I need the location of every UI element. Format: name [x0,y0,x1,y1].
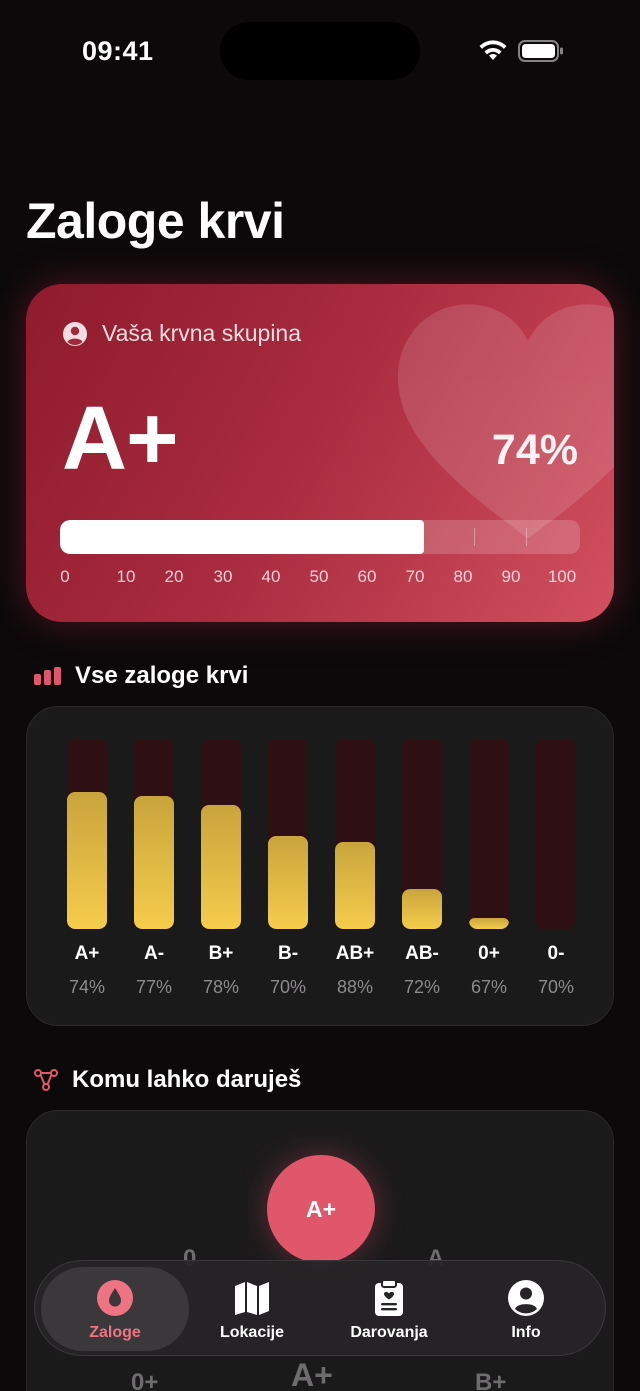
stock-bar-track [201,739,241,929]
stock-bar-type: 0+ [478,943,500,964]
stock-bar-percent: 70% [269,977,307,997]
tab-bar: Zaloge Lokacije Darovanja Info [34,1260,606,1356]
tab-darovanja[interactable]: Darovanja [315,1267,463,1351]
stock-bar-type: B+ [208,943,234,964]
scale-label: 40 [261,567,281,586]
stock-bar-type: AB- [405,943,439,964]
stock-section-header: Vse zaloge krvi [34,662,248,690]
recipient-type: A+ [291,1357,333,1391]
stock-bar-fill [335,842,375,929]
tab-zaloge[interactable]: Zaloge [41,1267,189,1351]
share-nodes-icon [34,1069,58,1091]
my-blood-type: A+ [62,389,179,489]
tab-label: Info [511,1324,541,1341]
supply-progress-bar [60,520,580,554]
stock-bar-track [536,739,576,929]
tab-info[interactable]: Info [452,1267,600,1351]
map-icon [235,1282,269,1315]
scale-label: 100 [547,567,577,586]
scale-label: 0 [60,567,70,586]
stock-bar-percent: 88% [336,977,374,997]
stock-bar-track [67,739,107,929]
progress-tick [422,528,423,546]
bar-chart-icon [34,667,61,685]
stock-bar-fill [402,889,442,929]
stock-bar-track [402,739,442,929]
stock-bar-type: A+ [74,943,100,964]
recipient-type: 0+ [131,1369,159,1391]
stock-bar-track [335,739,375,929]
recipient-type: B+ [475,1369,507,1391]
battery-icon [518,40,563,62]
blood-stock-chart: A+ 74% A- 77% B+ 78% B- 70% AB+ 88% AB- 72% 0+ 67% 0- 7… [26,706,614,1026]
stock-bar-track [268,739,308,929]
scale-label: 80 [453,567,473,586]
hero-label: Vaša krvna skupina [102,320,302,346]
stock-bar-percent: 78% [202,977,240,997]
supply-progress-fill [60,520,424,554]
tab-lokacije[interactable]: Lokacije [178,1267,326,1351]
stock-bar-type: AB+ [335,943,375,964]
wifi-icon [479,40,507,60]
user-circle-icon [63,321,87,346]
stock-bar-fill [469,918,509,929]
my-blood-type-percent: 74% [491,426,578,474]
stock-bar-fill [201,805,241,929]
stock-bar-type: 0- [547,943,565,964]
tab-label: Lokacije [219,1324,285,1341]
donate-section-title: Komu lahko daruješ [72,1066,302,1093]
scale-label: 60 [357,567,377,586]
stock-bar-percent: 70% [537,977,575,997]
stock-bar-track [469,739,509,929]
stock-bar-fill [268,836,308,929]
scale-label: 20 [164,567,184,586]
donor-blood-type[interactable]: A+ [267,1155,375,1263]
stock-bar-percent: 74% [68,977,106,997]
scale-label: 70 [405,567,425,586]
status-bar: 09:41 [0,0,640,100]
stock-bar-percent: 77% [135,977,173,997]
blood-drop-icon [97,1280,133,1316]
progress-tick [526,528,527,546]
hero-label-row: Vaša krvna skupina [62,320,301,347]
stock-bar-type: A- [143,943,165,964]
donate-section-header: Komu lahko daruješ [34,1066,301,1094]
stock-bar-type: B- [277,943,299,964]
scale-label: 30 [213,567,233,586]
user-circle-icon [508,1280,544,1316]
dynamic-island [220,22,420,80]
scale-label: 10 [116,567,136,586]
stock-bar-track [134,739,174,929]
stock-bar-percent: 67% [470,977,508,997]
stock-bar-fill [134,796,174,929]
my-blood-type-card[interactable]: Vaša krvna skupina A+ 74% 0 10 20 30 40 50 60 7… [26,284,614,622]
scale-label: 90 [501,567,521,586]
tab-label: Darovanja [350,1324,428,1341]
clipboard-heart-icon [375,1279,403,1316]
status-time: 09:41 [82,36,154,66]
stock-bar-percent: 72% [403,977,441,997]
scale-label: 50 [309,567,329,586]
heart-icon [398,304,614,539]
progress-scale: 0 10 20 30 40 50 60 70 80 90 100 [60,567,580,589]
stock-section-title: Vse zaloge krvi [75,662,249,689]
stock-bar-fill [67,792,107,929]
page-title: Zaloge krvi [26,193,285,249]
progress-tick [474,528,475,546]
tab-label: Zaloge [89,1324,141,1341]
